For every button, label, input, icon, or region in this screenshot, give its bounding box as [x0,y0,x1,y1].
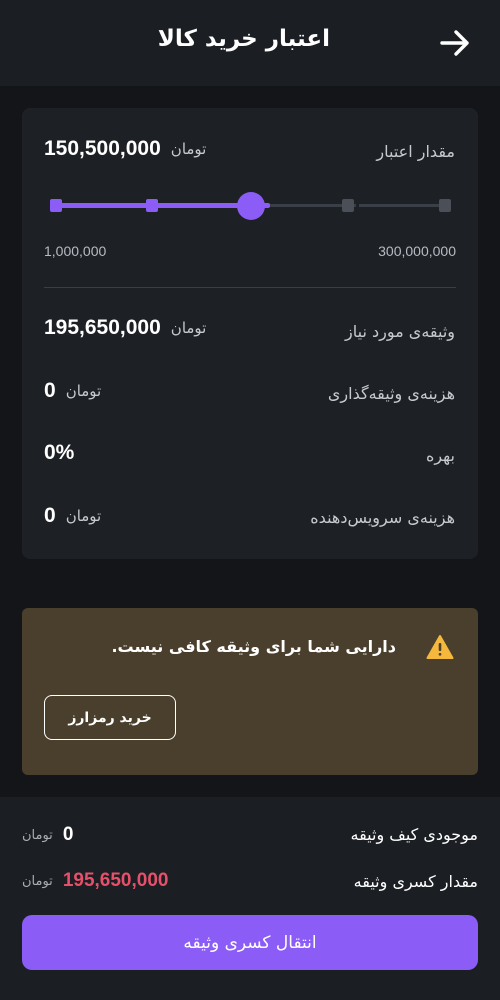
required-collateral-unit: تومان [170,319,207,337]
service-fee-unit: تومان [65,507,102,525]
bottom-panel: موجودی کیف وثیقه تومان 0 مقدار کسری وثیق… [0,797,500,1000]
slider-step-5[interactable] [439,199,451,212]
insufficient-collateral-warning: دارایی شما برای وثیقه کافی نیست. خرید رم… [22,608,478,775]
collateral-fee-number: 0 [44,379,56,402]
credit-amount-number: 150,500,000 [44,137,161,160]
slider-min-label: 1,000,000 [44,243,107,259]
wallet-balance-label: موجودی کیف وثیقه [350,825,479,844]
arrow-right-icon [440,30,469,56]
slider-thumb[interactable] [237,192,265,220]
credit-amount-value: 150,500,000 تومان [44,137,206,161]
interest-number: 0% [44,441,75,464]
credit-slider[interactable] [42,192,458,220]
service-fee-value: 0 تومان [44,504,101,528]
slider-step-1[interactable] [50,199,62,212]
app-header: اعتبار خرید کالا [0,0,500,86]
page-title: اعتبار خرید کالا [157,26,330,52]
service-fee-number: 0 [44,504,56,527]
buy-crypto-button[interactable]: خرید رمزارز [44,695,176,740]
wallet-balance-unit: تومان [22,827,53,843]
slider-gap [356,203,359,208]
interest-label: بهره [425,446,455,465]
collateral-shortfall-number: 195,650,000 [62,870,169,891]
required-collateral-number: 195,650,000 [44,316,161,339]
service-fee-label: هزینه‌ی سرویس‌دهنده [310,508,455,527]
warning-message: دارایی شما برای وثیقه کافی نیست. [111,637,396,656]
collateral-fee-unit: تومان [65,382,102,400]
credit-amount-label: مقدار اعتبار [376,142,455,161]
slider-step-4[interactable] [342,199,354,212]
divider [44,287,456,288]
back-button[interactable] [438,26,472,60]
interest-value: 0% [44,441,74,465]
collateral-shortfall-value: تومان 195,650,000 [22,870,168,892]
slider-max-label: 300,000,000 [378,243,456,259]
wallet-balance-value: تومان 0 [22,824,73,846]
slider-step-2[interactable] [146,199,158,212]
credit-card: مقدار اعتبار 150,500,000 تومان 1,000,000… [22,108,478,559]
required-collateral-value: 195,650,000 تومان [44,316,206,340]
wallet-balance-number: 0 [62,824,74,845]
transfer-shortfall-button[interactable]: انتقال کسری وثیقه [22,915,478,970]
collateral-fee-value: 0 تومان [44,379,101,403]
collateral-shortfall-label: مقدار کسری وثیقه [353,872,478,891]
credit-amount-unit: تومان [170,140,207,158]
collateral-shortfall-unit: تومان [22,873,53,889]
collateral-fee-label: هزینه‌ی وثیقه‌گذاری [327,384,455,403]
slider-track-inactive [270,204,450,207]
required-collateral-label: وثیقه‌ی مورد نیاز [345,322,455,341]
warning-icon [426,634,454,660]
